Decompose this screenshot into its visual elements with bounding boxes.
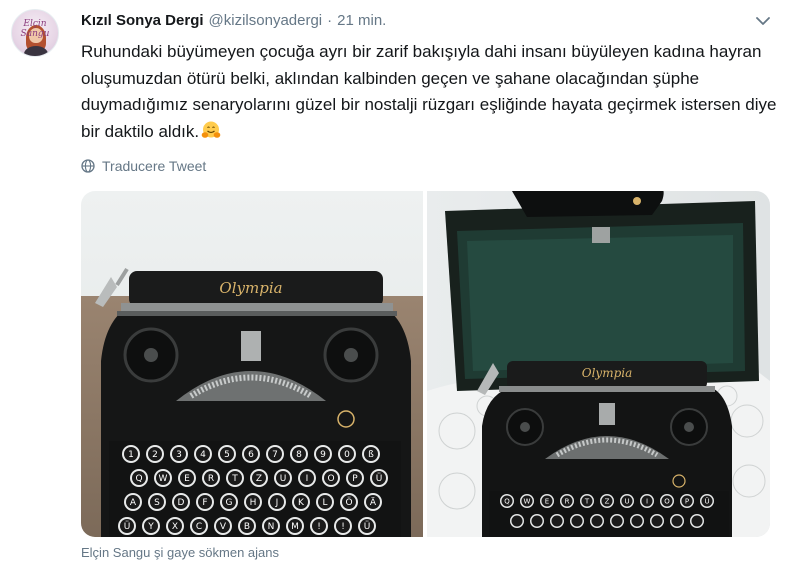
svg-text:5: 5 bbox=[224, 450, 230, 460]
avatar-title: Elçin Sangu bbox=[20, 19, 50, 39]
svg-text:L: L bbox=[322, 498, 327, 508]
svg-text:Z: Z bbox=[605, 498, 610, 506]
svg-text:Ö: Ö bbox=[345, 497, 352, 508]
timestamp[interactable]: 21 min. bbox=[337, 12, 386, 29]
svg-text:G: G bbox=[226, 498, 233, 508]
svg-text:F: F bbox=[202, 498, 207, 508]
svg-text:E: E bbox=[184, 474, 190, 484]
svg-text:T: T bbox=[584, 498, 590, 506]
svg-text:M: M bbox=[291, 522, 299, 532]
avatar[interactable]: Elçin Sangu bbox=[11, 9, 59, 57]
svg-text:P: P bbox=[352, 474, 358, 484]
svg-text:A: A bbox=[130, 498, 137, 508]
svg-text:U: U bbox=[280, 474, 287, 484]
translate-tweet-link[interactable]: Traducere Tweet bbox=[81, 156, 206, 176]
typewriter-photo-left[interactable]: Olympia 1 2 3 4 5 6 7 8 9 0 ß Q W E R T Z U I O P … bbox=[81, 191, 423, 537]
svg-text:9: 9 bbox=[320, 450, 326, 460]
svg-text:3: 3 bbox=[176, 450, 182, 460]
tweet[interactable]: Elçin Sangu Kızıl Sonya Dergi @kizilsony… bbox=[0, 0, 797, 568]
brand-logo-left: Olympia bbox=[219, 279, 282, 297]
svg-text:8: 8 bbox=[296, 450, 302, 460]
svg-text:I: I bbox=[306, 474, 309, 484]
svg-text:Ü: Ü bbox=[124, 521, 131, 532]
svg-text:Ü: Ü bbox=[376, 473, 383, 484]
media-grid: Olympia 1 2 3 4 5 6 7 8 9 0 ß Q W E R T Z U I O P … bbox=[81, 191, 770, 537]
tweet-header: Kızıl Sonya Dergi @kizilsonyadergi · 21 … bbox=[81, 12, 386, 32]
svg-text:4: 4 bbox=[200, 450, 206, 460]
svg-text:I: I bbox=[646, 498, 648, 506]
svg-text:E: E bbox=[545, 498, 549, 506]
svg-text:!: ! bbox=[317, 522, 321, 532]
svg-text:Q: Q bbox=[504, 498, 510, 506]
svg-text:C: C bbox=[196, 522, 202, 532]
header-separator: · bbox=[327, 12, 333, 29]
svg-text:P: P bbox=[685, 498, 689, 506]
svg-text:H: H bbox=[250, 498, 257, 508]
svg-text:6: 6 bbox=[248, 450, 254, 460]
svg-text:!: ! bbox=[341, 522, 345, 532]
svg-text:Z: Z bbox=[256, 474, 262, 484]
svg-text:1: 1 bbox=[128, 450, 134, 460]
svg-text:W: W bbox=[159, 474, 168, 484]
tweet-text: Ruhundaki büyümeyen çocuğa ayrı bir zari… bbox=[81, 39, 781, 145]
svg-text:T: T bbox=[231, 474, 238, 484]
svg-text:N: N bbox=[268, 522, 275, 532]
author-handle[interactable]: @kizilsonyadergi bbox=[209, 12, 323, 29]
svg-text:J: J bbox=[275, 498, 279, 508]
svg-text:2: 2 bbox=[152, 450, 158, 460]
svg-text:S: S bbox=[154, 498, 160, 508]
svg-text:V: V bbox=[220, 522, 227, 532]
svg-text:X: X bbox=[172, 522, 178, 532]
avatar-body bbox=[24, 46, 48, 56]
svg-text:0: 0 bbox=[344, 450, 350, 460]
svg-text:Y: Y bbox=[147, 522, 154, 532]
chevron-down-icon[interactable] bbox=[755, 15, 771, 27]
globe-icon bbox=[81, 159, 95, 173]
translate-label: Traducere Tweet bbox=[102, 158, 207, 174]
svg-text:R: R bbox=[208, 474, 214, 484]
svg-text:R: R bbox=[565, 498, 570, 506]
tweet-body: Ruhundaki büyümeyen çocuğa ayrı bir zari… bbox=[81, 42, 777, 141]
typewriter-photo-right[interactable]: Olympia Q W E R T Z U I O P Ü bbox=[427, 191, 770, 537]
svg-text:Ü: Ü bbox=[704, 497, 709, 506]
svg-text:O: O bbox=[327, 474, 334, 484]
hugging-face-emoji bbox=[201, 121, 221, 140]
svg-text:7: 7 bbox=[272, 450, 278, 460]
svg-text:Q: Q bbox=[135, 474, 142, 484]
svg-text:U: U bbox=[624, 498, 629, 506]
svg-text:ß: ß bbox=[368, 450, 374, 460]
svg-text:Ä: Ä bbox=[370, 497, 377, 508]
brand-logo-right: Olympia bbox=[582, 366, 633, 380]
photo-tag-caption[interactable]: Elçin Sangu şi gaye sökmen ajans bbox=[81, 545, 279, 560]
author-name[interactable]: Kızıl Sonya Dergi bbox=[81, 12, 204, 29]
svg-text:O: O bbox=[664, 498, 670, 506]
svg-text:Ü: Ü bbox=[364, 521, 371, 532]
svg-text:W: W bbox=[524, 498, 531, 506]
svg-text:D: D bbox=[178, 498, 185, 508]
svg-text:B: B bbox=[244, 522, 250, 532]
